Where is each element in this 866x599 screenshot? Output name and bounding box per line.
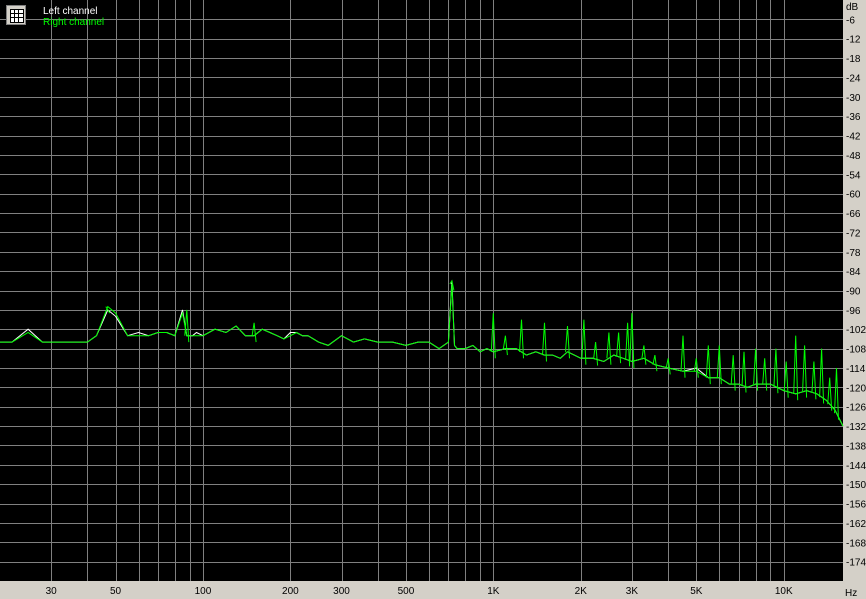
y-tick-label: -18 [846,54,861,65]
y-tick-label: -54 [846,170,861,181]
y-tick-label: -174 [846,558,866,569]
y-tick-label: -144 [846,461,866,472]
y-tick-label: -102 [846,325,866,336]
x-tick-label: 100 [195,586,212,597]
x-unit-label: Hz [845,588,857,599]
plot-area [0,0,843,581]
y-tick-label: -72 [846,228,861,239]
x-tick-label: 10K [775,586,793,597]
y-tick-label: -168 [846,538,866,549]
y-tick-label: -24 [846,73,861,84]
x-tick-label: 2K [575,586,588,597]
y-tick-label: -132 [846,422,866,433]
y-tick-label: -48 [846,151,861,162]
spectrum-chart: -6 -12 -18 -24 -30 -36 -42 -48 -54 -60 -66 -72 -78 -8… [0,0,866,599]
y-tick-label: -12 [846,35,861,46]
y-tick-label: -108 [846,345,866,356]
y-tick-label: -162 [846,519,866,530]
x-tick-label: 3K [626,586,639,597]
x-tick-label: 30 [46,586,58,597]
y-tick-label: -78 [846,248,861,259]
x-tick-label: 300 [333,586,350,597]
y-tick-label: -126 [846,403,866,414]
x-tick-label: 200 [282,586,299,597]
y-tick-label: -90 [846,287,861,298]
x-tick-label: 5K [690,586,703,597]
y-tick-label: -36 [846,112,861,123]
x-tick-label: 1K [487,586,500,597]
legend-grid-icon[interactable] [6,5,26,25]
x-tick-label: 500 [398,586,415,597]
y-tick-label: -150 [846,480,866,491]
y-tick-label: -30 [846,93,861,104]
y-tick-label: -96 [846,306,861,317]
y-tick-label: -42 [846,132,861,143]
y-tick-label: -120 [846,383,866,394]
y-unit-label: dB [846,2,859,13]
y-tick-label: -114 [846,364,866,375]
legend-left-channel: Left channel [43,6,98,17]
y-tick-label: -66 [846,209,861,220]
y-tick-label: -6 [846,15,855,26]
x-tick-label: 50 [110,586,122,597]
y-tick-label: -138 [846,441,866,452]
y-tick-label: -156 [846,500,866,511]
y-tick-label: -84 [846,267,861,278]
legend-right-channel: Right channel [43,17,105,28]
y-tick-label: -60 [846,190,861,201]
